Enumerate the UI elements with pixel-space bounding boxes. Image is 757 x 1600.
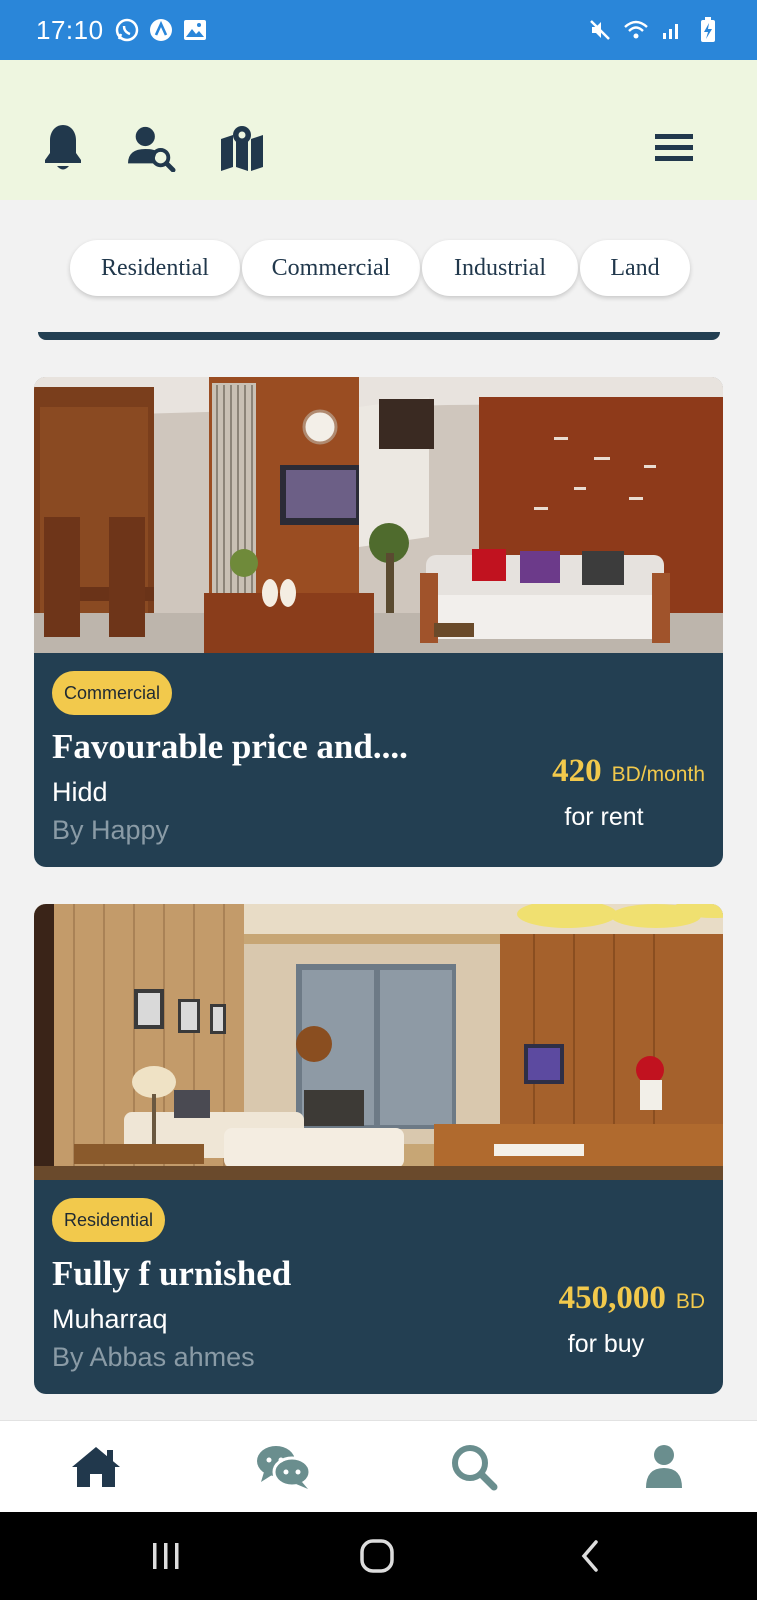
chip-land[interactable]: Land bbox=[580, 240, 690, 296]
category-badge: Residential bbox=[52, 1198, 166, 1242]
listing-info: Commercial Favourable price and.... Hidd… bbox=[34, 653, 723, 867]
home-circle-icon[interactable] bbox=[357, 1536, 397, 1576]
gallery-icon bbox=[182, 17, 208, 43]
app-a-icon bbox=[148, 17, 174, 43]
chip-residential[interactable]: Residential bbox=[70, 240, 240, 296]
system-navigation bbox=[0, 1512, 757, 1600]
home-icon[interactable] bbox=[68, 1441, 124, 1493]
deal-type: for rent bbox=[564, 803, 644, 831]
listing-owner: By Happy bbox=[52, 815, 170, 845]
chat-icon[interactable] bbox=[256, 1441, 312, 1493]
category-badge: Commercial bbox=[52, 671, 173, 715]
listing-owner: By Abbas ahmes bbox=[52, 1342, 255, 1372]
profile-icon[interactable] bbox=[636, 1441, 692, 1493]
chip-commercial[interactable]: Commercial bbox=[242, 240, 420, 296]
price-value: 420 bbox=[552, 753, 602, 789]
category-chips: Residential Commercial Industrial Land bbox=[70, 240, 690, 296]
carousel-scroll-edge bbox=[38, 332, 720, 340]
status-time: 17:10 bbox=[36, 14, 104, 45]
user-search-icon[interactable] bbox=[128, 124, 176, 172]
listing-title: Favourable price and.... bbox=[52, 727, 408, 766]
deal-type: for buy bbox=[567, 1330, 645, 1358]
price-value: 450,000 bbox=[558, 1280, 666, 1316]
price-unit: BD/month bbox=[611, 763, 705, 786]
listing-location: Muharraq bbox=[52, 1304, 168, 1334]
search-icon[interactable] bbox=[446, 1441, 502, 1493]
listing-card[interactable]: Residential Fully f urnished Muharraq By… bbox=[34, 904, 723, 1394]
bell-icon[interactable] bbox=[39, 124, 87, 172]
recents-icon[interactable] bbox=[146, 1536, 186, 1576]
map-icon[interactable] bbox=[218, 124, 266, 172]
listing-image bbox=[34, 904, 723, 1180]
battery-charging-icon bbox=[695, 17, 721, 43]
wifi-icon bbox=[623, 17, 649, 43]
whatsapp-icon bbox=[114, 17, 140, 43]
price-row: 420 BD/month bbox=[552, 753, 705, 790]
mute-icon bbox=[587, 17, 613, 43]
back-icon[interactable] bbox=[570, 1536, 610, 1576]
price-unit: BD bbox=[675, 1290, 705, 1313]
listing-card[interactable]: Commercial Favourable price and.... Hidd… bbox=[34, 377, 723, 867]
status-bar: 17:10 bbox=[0, 0, 757, 60]
menu-icon[interactable] bbox=[650, 124, 698, 172]
bottom-navigation bbox=[0, 1420, 757, 1512]
listing-image bbox=[34, 377, 723, 653]
price-row: 450,000 BD bbox=[559, 1280, 705, 1317]
listing-location: Hidd bbox=[52, 777, 108, 807]
signal-icon bbox=[659, 17, 685, 43]
listing-title: Fully f urnished bbox=[52, 1254, 292, 1293]
listing-info: Residential Fully f urnished Muharraq By… bbox=[34, 1180, 723, 1394]
app-header bbox=[0, 60, 757, 200]
chip-industrial[interactable]: Industrial bbox=[422, 240, 578, 296]
